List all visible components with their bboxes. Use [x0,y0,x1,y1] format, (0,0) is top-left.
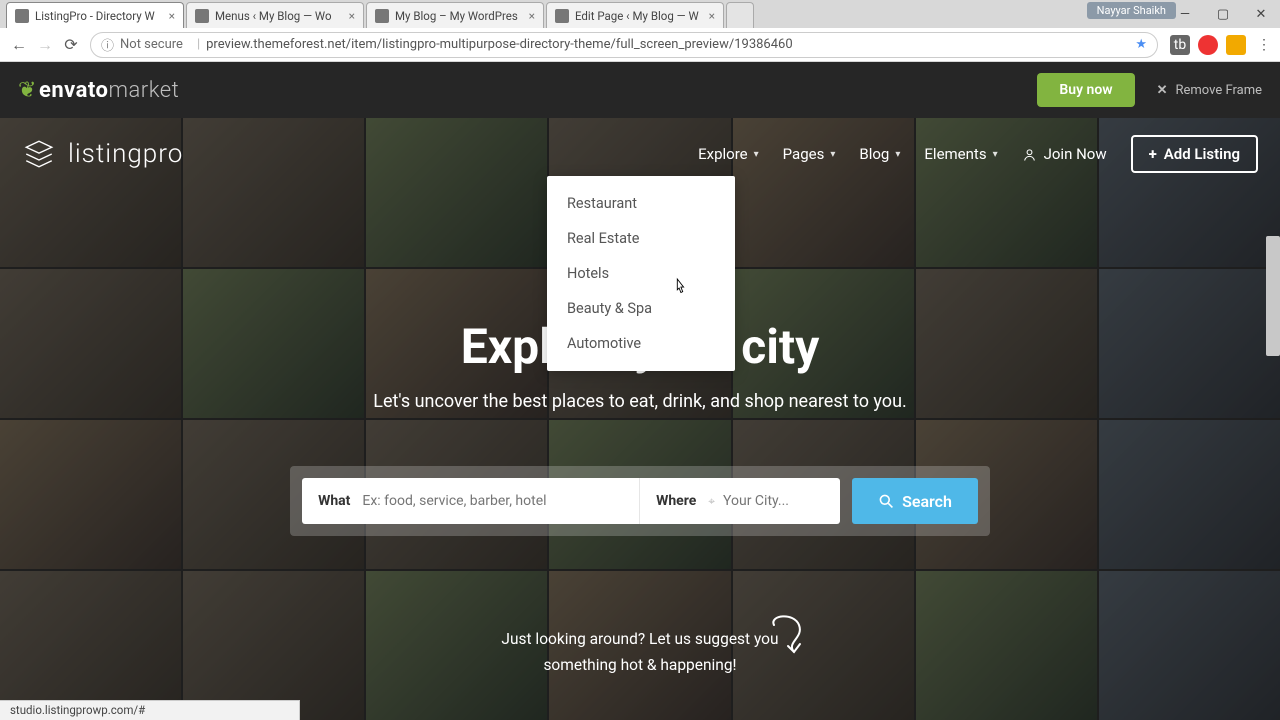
security-status: Not secure [120,37,183,52]
chevron-down-icon: ▾ [895,149,900,160]
browser-tab[interactable]: Menus ‹ My Blog — Wo × [186,2,364,28]
new-tab-button[interactable] [726,2,754,28]
minimize-icon[interactable]: — [1166,0,1204,28]
forward-button: → [32,32,58,58]
search-what-segment[interactable]: What [302,478,640,524]
dropdown-item-hotels[interactable]: Hotels [547,256,735,291]
buy-now-button[interactable]: Buy now [1037,73,1134,107]
user-icon [1022,147,1037,162]
nav-explore[interactable]: Explore ▾ [698,145,759,163]
address-bar[interactable]: ⓘ Not secure | preview.themeforest.net/i… [90,32,1158,58]
hero-subtitle: Let's uncover the best places to eat, dr… [373,391,907,412]
suggest-text: Just looking around? Let us suggest you … [501,626,778,679]
chrome-menu-icon[interactable]: ⋮ [1254,35,1274,55]
search-button[interactable]: Search [852,478,978,524]
profile-badge[interactable]: Nayyar Shaikh [1087,2,1176,19]
globe-icon [555,9,569,23]
maximize-icon[interactable]: ▢ [1204,0,1242,28]
back-button[interactable]: ← [6,32,32,58]
leaf-icon: ❦ [18,78,37,103]
extension-icon[interactable] [1198,35,1218,55]
join-now-link[interactable]: Join Now [1022,145,1107,163]
close-icon[interactable]: × [529,9,535,23]
envato-logo[interactable]: ❦envatomarket [18,78,179,103]
bookmark-star-icon[interactable]: ★ [1135,37,1147,52]
browser-tab-strip: ListingPro - Directory W × Menus ‹ My Bl… [0,0,1280,28]
extension-icon[interactable]: tb [1170,35,1190,55]
search-where-segment[interactable]: Where ⌖ ▾ [640,478,840,524]
browser-tab[interactable]: Edit Page ‹ My Blog — W × [546,2,724,28]
chevron-down-icon: ▾ [993,149,998,160]
url-text: preview.themeforest.net/item/listingpro-… [206,37,1135,52]
extension-area: tb ⋮ [1170,35,1274,55]
chevron-down-icon: ▾ [830,149,835,160]
logo-mark-icon [22,137,56,171]
status-bar: studio.listingprowp.com/# [0,700,300,720]
search-icon [878,493,894,509]
tab-title: My Blog – My WordPres [395,9,523,23]
close-window-icon[interactable]: ✕ [1242,0,1280,28]
tab-title: ListingPro - Directory W [35,9,163,23]
tab-title: Menus ‹ My Blog — Wo [215,9,343,23]
plus-icon: + [1149,145,1157,163]
remove-frame-link[interactable]: ✕ Remove Frame [1157,83,1262,98]
browser-toolbar: ← → ⟳ ⓘ Not secure | preview.themeforest… [0,28,1280,62]
globe-icon [15,9,29,23]
main-nav: Explore ▾ Pages ▾ Blog ▾ Elements ▾ Join… [698,135,1258,173]
scrollbar-thumb[interactable] [1266,236,1280,356]
page-viewport: listingpro Explore ▾ Pages ▾ Blog ▾ Elem… [0,118,1280,720]
nav-pages[interactable]: Pages ▾ [783,145,836,163]
dropdown-item-automotive[interactable]: Automotive [547,326,735,361]
explore-dropdown: Restaurant Real Estate Hotels Beauty & S… [547,176,735,371]
location-icon[interactable]: ⌖ [708,494,715,509]
window-controls: — ▢ ✕ [1166,0,1280,28]
reload-button[interactable]: ⟳ [58,32,84,58]
close-icon[interactable]: × [169,9,175,23]
browser-tab[interactable]: ListingPro - Directory W × [6,2,184,28]
info-icon[interactable]: ⓘ [101,35,114,54]
what-input[interactable] [362,493,623,509]
what-label: What [318,493,350,509]
site-logo-text: listingpro [68,139,183,169]
add-listing-button[interactable]: + Add Listing [1131,135,1258,173]
close-icon: ✕ [1157,83,1168,98]
tab-title: Edit Page ‹ My Blog — W [575,9,703,23]
globe-icon [375,9,389,23]
search-bar: What Where ⌖ ▾ Search [290,466,990,536]
nav-elements[interactable]: Elements ▾ [924,145,997,163]
site-logo[interactable]: listingpro [22,137,183,171]
dropdown-item-real-estate[interactable]: Real Estate [547,221,735,256]
where-label: Where [656,493,696,509]
dropdown-item-beauty-spa[interactable]: Beauty & Spa [547,291,735,326]
close-icon[interactable]: × [709,9,715,23]
dropdown-item-restaurant[interactable]: Restaurant [547,186,735,221]
chevron-down-icon: ▾ [754,149,759,160]
close-icon[interactable]: × [349,9,355,23]
globe-icon [195,9,209,23]
browser-tab[interactable]: My Blog – My WordPres × [366,2,544,28]
extension-icon[interactable] [1226,35,1246,55]
envato-bar: ❦envatomarket Buy now ✕ Remove Frame [0,62,1280,118]
nav-blog[interactable]: Blog ▾ [859,145,900,163]
